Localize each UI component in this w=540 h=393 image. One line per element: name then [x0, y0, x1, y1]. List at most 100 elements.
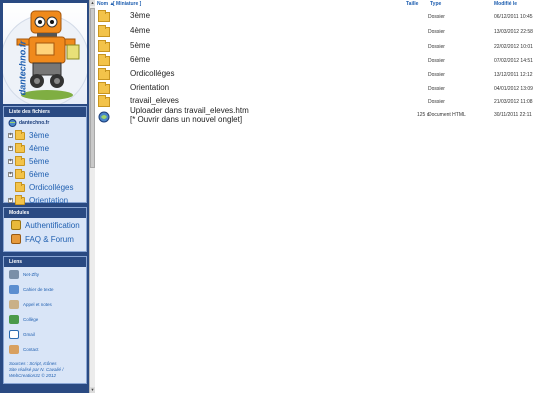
link-label: Net-Zfty [23, 272, 40, 277]
module-authentification[interactable]: Authentification [4, 218, 86, 232]
file-type: Dossier [428, 99, 445, 105]
link-net[interactable]: Net-Zfty [4, 267, 86, 282]
tree-item-label: 6ème [29, 170, 50, 179]
folder-icon [98, 25, 110, 37]
header-type[interactable]: Type [430, 1, 441, 7]
notebook-icon [9, 285, 19, 294]
expand-icon[interactable]: + [8, 172, 13, 177]
expand-icon[interactable]: + [8, 146, 13, 151]
link-label: Appel et notes [23, 302, 52, 307]
tree-item[interactable]: +6ème [4, 168, 86, 181]
files-panel: Liste des fichiers dantechno.fr +3ème +4è… [3, 106, 87, 218]
file-name-line[interactable]: Uploader dans travail_eleves.htm [130, 106, 249, 115]
link-label: Cahier de texte [23, 287, 54, 292]
folder-icon [98, 40, 110, 52]
file-date: 13/03/2012 22:58 [494, 29, 533, 35]
file-name[interactable]: 5ème [130, 41, 150, 50]
tree-root[interactable]: dantechno.fr [4, 117, 86, 129]
sidebar: dantechno.fr Liste des fichiers dantechn… [0, 0, 89, 393]
module-label: Authentification [25, 220, 80, 230]
forum-icon [11, 234, 21, 244]
folder-icon [15, 129, 25, 140]
folder-icon [15, 181, 25, 192]
files-panel-title: Liste des fichiers [4, 107, 86, 117]
folder-icon [98, 82, 110, 94]
tree-item-label: 3ème [29, 131, 50, 140]
file-date: 13/12/2011 12:12 [494, 72, 533, 78]
file-date: 04/01/2012 13:09 [494, 86, 533, 92]
key-icon [11, 220, 21, 230]
table-row[interactable]: Uploader dans travail_eleves.htm [* Ouvri… [95, 106, 540, 124]
link-contact[interactable]: Contact [4, 342, 86, 357]
expand-icon[interactable]: + [8, 159, 13, 164]
tree-item-label: 5ème [29, 157, 50, 166]
link-label: Gmail [23, 332, 35, 337]
file-name[interactable]: 4ème [130, 26, 150, 35]
robot-logo-icon [3, 3, 87, 104]
expand-icon[interactable]: + [8, 133, 13, 138]
file-date: 21/03/2012 11:08 [494, 99, 533, 105]
folder-icon [15, 142, 25, 153]
net-icon [9, 270, 19, 279]
logo-text: dantechno.fr [17, 40, 28, 96]
link-college[interactable]: Collège [4, 312, 86, 327]
file-type: Dossier [428, 86, 445, 92]
link-appel[interactable]: Appel et notes [4, 297, 86, 312]
footer-copyright: WebCreation31 © 2012 [9, 373, 57, 378]
folder-icon [98, 95, 110, 107]
file-type: Dossier [428, 29, 445, 35]
link-gmail[interactable]: Gmail [4, 327, 86, 342]
tree-item[interactable]: + Orientation [4, 194, 86, 207]
table-header: Nom ▲ [ Miniature ] Taille Type Modifié … [95, 0, 540, 9]
site-logo[interactable]: dantechno.fr [3, 3, 87, 104]
tree-item-label: Orientation [29, 196, 69, 205]
file-name[interactable]: 3ème [130, 11, 150, 20]
tree-item[interactable]: +4ème [4, 142, 86, 155]
tree-root-label: dantechno.fr [19, 120, 50, 126]
table-row[interactable]: 6ème Dossier 07/02/2012 14:51 [95, 54, 540, 69]
links-panel: Liens Net-Zfty Cahier de texte Appel et … [3, 256, 87, 384]
file-type: Document HTML [428, 112, 466, 118]
table-row[interactable]: Ordicolléges Dossier 13/12/2011 12:12 [95, 68, 540, 83]
file-name[interactable]: Orientation [130, 83, 169, 92]
links-panel-title: Liens [4, 257, 86, 267]
folder-icon [15, 194, 25, 205]
tree-item-label: 4ème [29, 144, 50, 153]
file-type: Dossier [428, 14, 445, 20]
link-label: Collège [23, 317, 39, 322]
file-name[interactable]: Ordicolléges [130, 69, 174, 78]
file-type: Dossier [428, 58, 445, 64]
modules-panel-title: Modules [4, 208, 86, 218]
folder-icon [98, 68, 110, 80]
file-type: Dossier [428, 72, 445, 78]
modules-panel: Modules Authentification FAQ & Forum [3, 207, 87, 252]
contact-icon [9, 345, 19, 354]
header-date[interactable]: Modifié le [494, 1, 517, 7]
file-date: 30/11/2011 22:11 [494, 112, 532, 118]
link-cahier[interactable]: Cahier de texte [4, 282, 86, 297]
table-row[interactable]: 4ème Dossier 13/03/2012 22:58 [95, 25, 540, 40]
file-date: 06/12/2011 10:45 [494, 14, 533, 20]
folder-icon [15, 168, 25, 179]
notes-icon [9, 300, 19, 309]
open-new-tab-link[interactable]: [* Ouvrir dans un nouvel onglet] [130, 115, 249, 124]
link-label: Contact [23, 347, 39, 352]
tree-item[interactable]: Ordicolléges [4, 181, 86, 194]
tree-item[interactable]: +5ème [4, 155, 86, 168]
expand-icon[interactable]: + [8, 198, 13, 203]
file-date: 22/02/2012 10:01 [494, 44, 533, 50]
header-size[interactable]: Taille [406, 1, 418, 7]
file-type: Dossier [428, 44, 445, 50]
file-name[interactable]: Uploader dans travail_eleves.htm [* Ouvri… [130, 106, 249, 124]
file-name[interactable]: travail_eleves [130, 96, 179, 105]
miniature-toggle[interactable]: [ Miniature ] [113, 1, 141, 7]
tree-item-label: Ordicolléges [29, 183, 74, 192]
table-row[interactable]: 3ème Dossier 06/12/2011 10:45 [95, 10, 540, 25]
tree-item[interactable]: +3ème [4, 129, 86, 142]
file-name[interactable]: 6ème [130, 55, 150, 64]
module-faq-forum[interactable]: FAQ & Forum [4, 232, 86, 246]
header-name[interactable]: Nom ▲ [97, 1, 114, 7]
folder-icon [15, 155, 25, 166]
table-row[interactable]: 5ème Dossier 22/02/2012 10:01 [95, 40, 540, 55]
college-icon [9, 315, 19, 324]
